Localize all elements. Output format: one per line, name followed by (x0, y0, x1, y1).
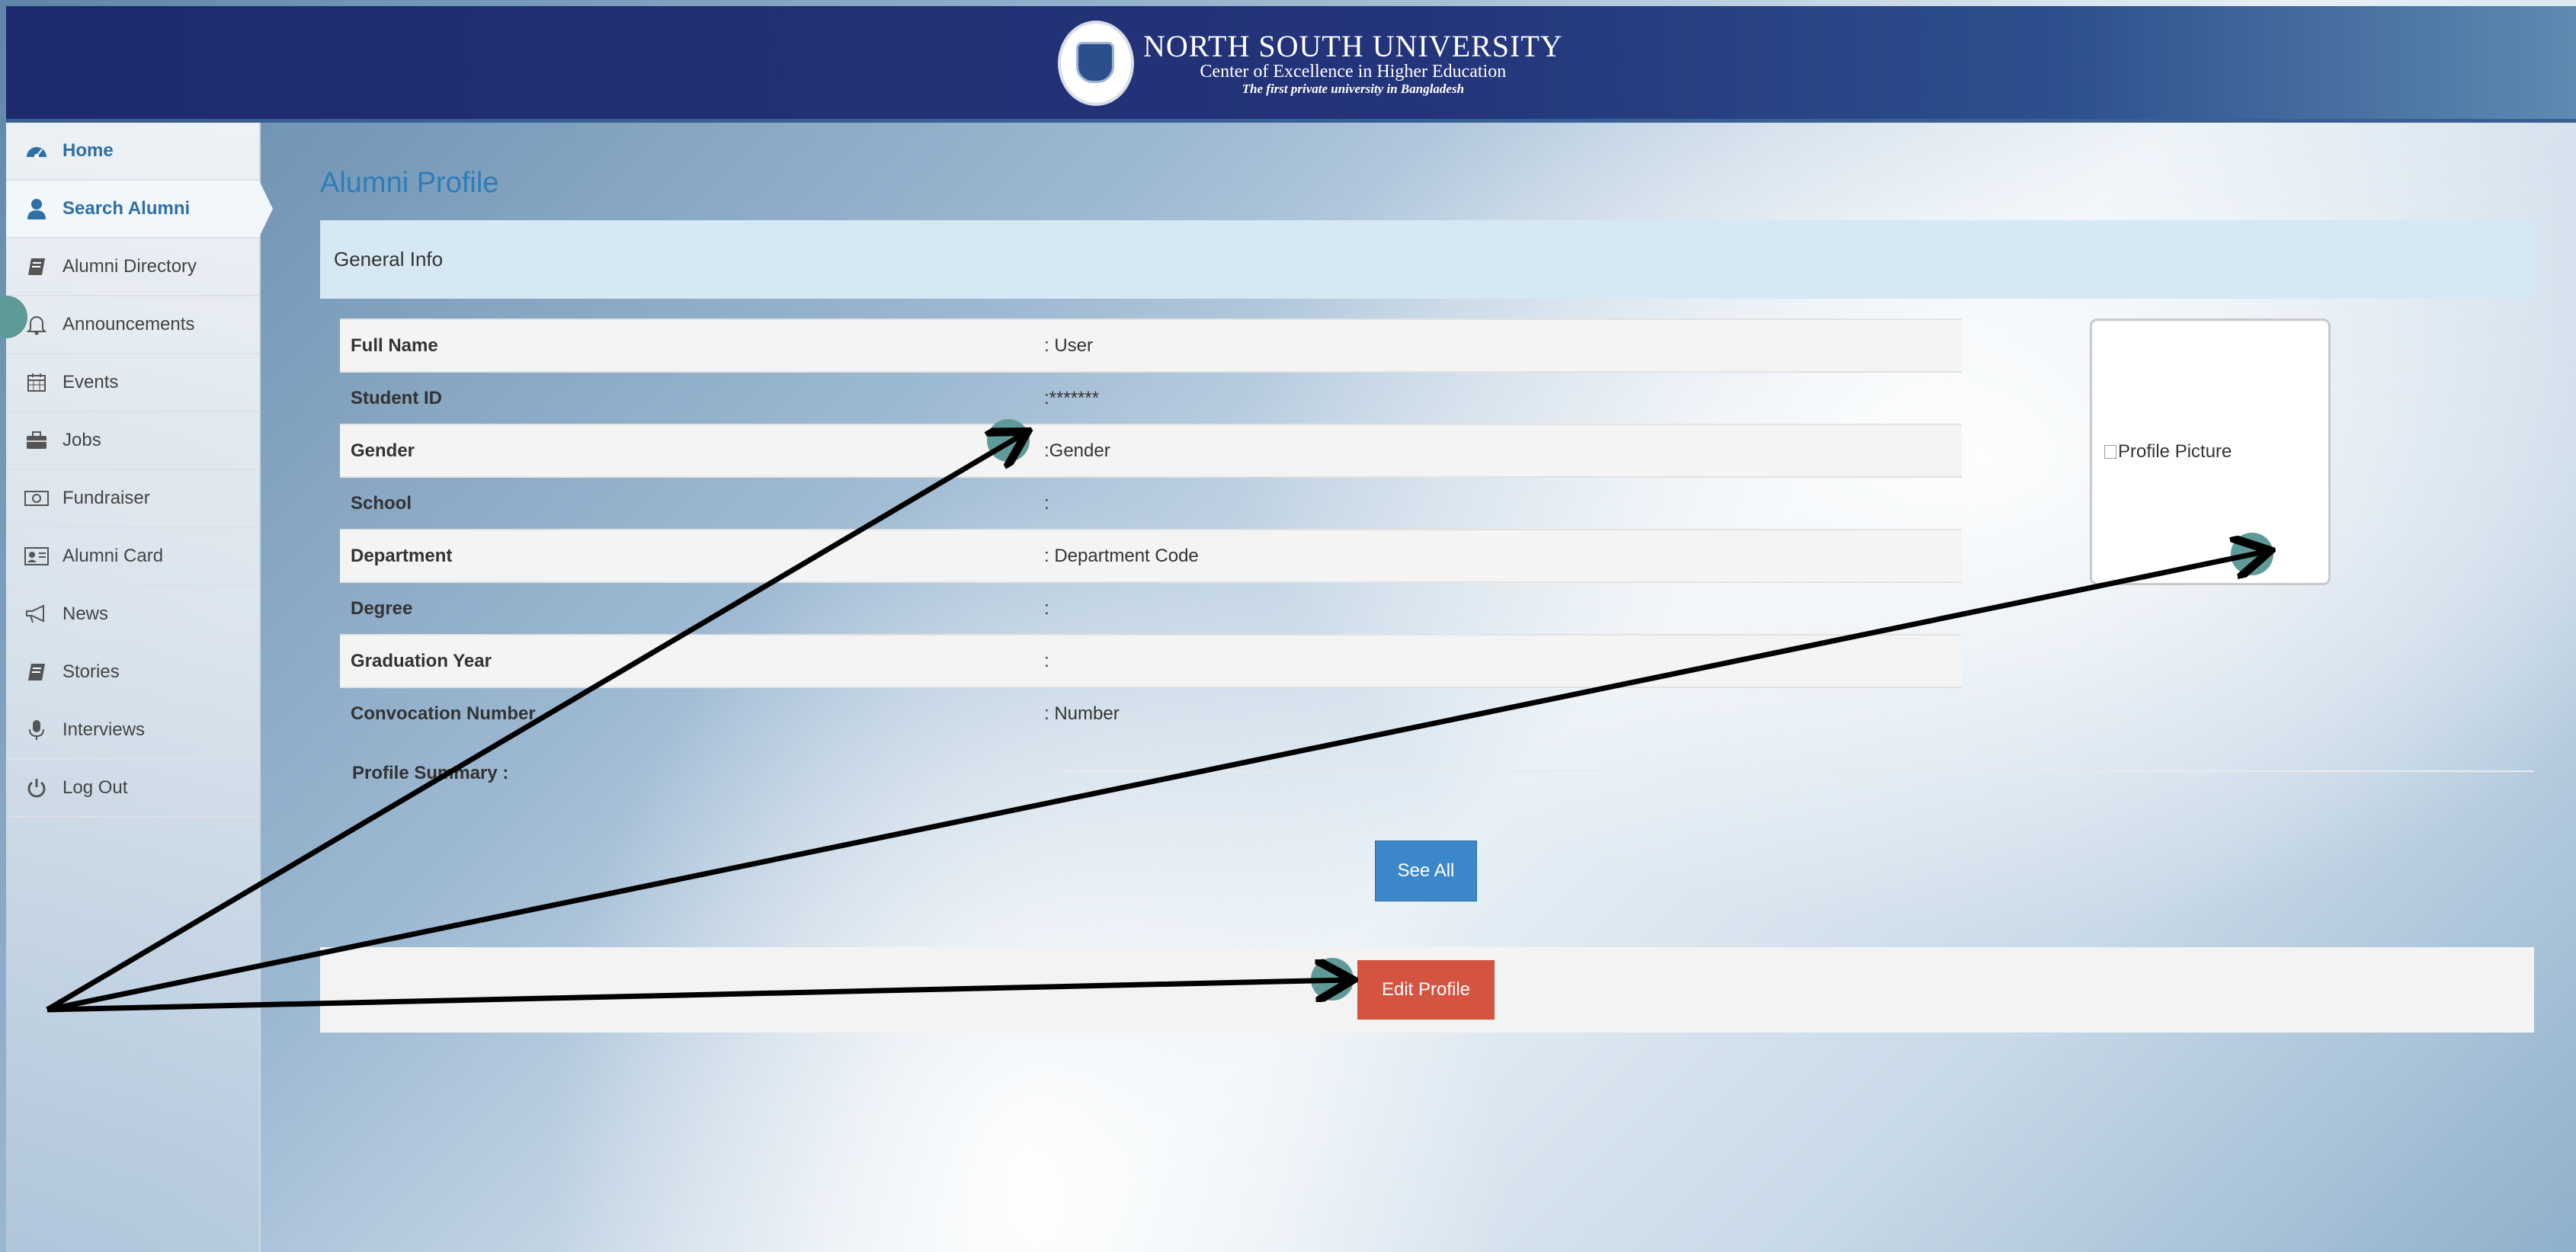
university-tagline: Center of Excellence in Higher Education (1200, 62, 1507, 82)
field-label: Full Name (340, 319, 1033, 372)
table-row: Convocation Number: Number (340, 687, 1962, 740)
sidebar-item-stories[interactable]: Stories (6, 644, 259, 702)
sidebar-item-label: Stories (62, 661, 120, 682)
sidebar-item-news[interactable]: News (6, 586, 259, 644)
field-label: Gender (340, 424, 1033, 477)
dashboard-icon (23, 137, 50, 165)
field-value: : (1033, 476, 1962, 530)
sidebar-item-label: News (62, 604, 109, 624)
field-label: Degree (340, 581, 1033, 635)
sidebar-item-log-out[interactable]: Log Out (6, 760, 259, 818)
table-row: Student ID:******* (340, 371, 1962, 424)
university-seal-icon (1058, 21, 1134, 106)
user-icon (23, 195, 50, 223)
sidebar-item-alumni-directory[interactable]: Alumni Directory (6, 239, 259, 296)
sidebar-item-interviews[interactable]: Interviews (6, 702, 259, 760)
edit-profile-button[interactable]: Edit Profile (1357, 960, 1495, 1020)
sidebar-item-label: Home (62, 140, 114, 161)
bell-icon (23, 311, 50, 338)
table-row: Full Name: User (340, 319, 1962, 372)
field-label: School (340, 476, 1033, 530)
money-icon (23, 485, 50, 512)
field-label: Graduation Year (340, 634, 1033, 687)
university-name: NORTH SOUTH UNIVERSITY (1143, 29, 1563, 64)
general-info-header: General Info (320, 220, 2534, 299)
table-row: School: (340, 476, 1962, 530)
briefcase-icon (23, 427, 50, 454)
profile-info-table: Full Name: User Student ID:******* Gende… (340, 319, 1962, 740)
profile-picture[interactable]: Profile Picture (2090, 319, 2331, 585)
table-row: Department: Department Code (340, 529, 1962, 582)
field-label: Student ID (340, 371, 1033, 424)
field-value: : (1033, 634, 1962, 687)
calendar-icon (23, 369, 50, 396)
profile-picture-alt: Profile Picture (2104, 441, 2232, 463)
sidebar-item-label: Alumni Card (62, 546, 164, 566)
sidebar-item-label: Events (62, 372, 119, 392)
sidebar-item-label: Search Alumni (62, 198, 191, 219)
table-row: Gender:Gender (340, 424, 1962, 477)
page-frame: NORTH SOUTH UNIVERSITY Center of Excelle… (6, 6, 2576, 1252)
table-row: Degree: (340, 581, 1962, 635)
book-icon (23, 658, 50, 686)
megaphone-icon (23, 600, 50, 628)
sidebar-item-label: Announcements (62, 314, 195, 335)
profile-picture-alt-text: Profile Picture (2118, 441, 2232, 462)
site-header: NORTH SOUTH UNIVERSITY Center of Excelle… (6, 6, 2576, 123)
sidebar-item-jobs[interactable]: Jobs (6, 412, 259, 470)
sidebar-item-label: Log Out (62, 777, 128, 798)
field-label: Department (340, 529, 1033, 582)
field-label: Convocation Number (340, 687, 1033, 740)
field-value: : (1033, 581, 1962, 635)
sidebar-item-home[interactable]: Home (6, 123, 259, 181)
sidebar-item-label: Jobs (62, 430, 101, 450)
sidebar-item-search-alumni[interactable]: Search Alumni (6, 181, 273, 239)
broken-image-icon (2104, 445, 2116, 459)
section-title: General Info (334, 248, 444, 271)
logo-text: NORTH SOUTH UNIVERSITY Center of Excelle… (1143, 30, 1563, 95)
sidebar-item-fundraiser[interactable]: Fundraiser (6, 470, 259, 528)
microphone-icon (23, 716, 50, 744)
field-value: : User (1033, 319, 1962, 372)
university-motto: The first private university in Banglade… (1242, 81, 1465, 96)
main-content: Alumni Profile General Info Full Name: U… (259, 123, 2576, 1252)
sidebar-item-alumni-card[interactable]: Alumni Card (6, 528, 259, 586)
divider (1059, 770, 2534, 772)
sidebar: Home Search Alumni Alumni Directory Anno… (6, 123, 273, 1252)
field-value: : Number (1033, 687, 1962, 740)
field-value: :Gender (1033, 424, 1962, 477)
field-value: :******* (1033, 371, 1962, 424)
page-title: Alumni Profile (320, 167, 499, 199)
see-all-button[interactable]: See All (1375, 841, 1477, 901)
field-value: : Department Code (1033, 529, 1962, 582)
table-row: Graduation Year: (340, 634, 1962, 687)
sidebar-item-label: Alumni Directory (62, 256, 197, 277)
id-card-icon (23, 543, 50, 570)
profile-summary-label: Profile Summary : (352, 763, 509, 783)
sidebar-item-announcements[interactable]: Announcements (6, 296, 259, 354)
sidebar-item-label: Interviews (62, 719, 146, 740)
sidebar-item-events[interactable]: Events (6, 354, 259, 412)
book-icon (23, 253, 50, 280)
university-logo[interactable]: NORTH SOUTH UNIVERSITY Center of Excelle… (1058, 21, 1563, 106)
power-icon (23, 774, 50, 802)
sidebar-item-label: Fundraiser (62, 488, 150, 508)
